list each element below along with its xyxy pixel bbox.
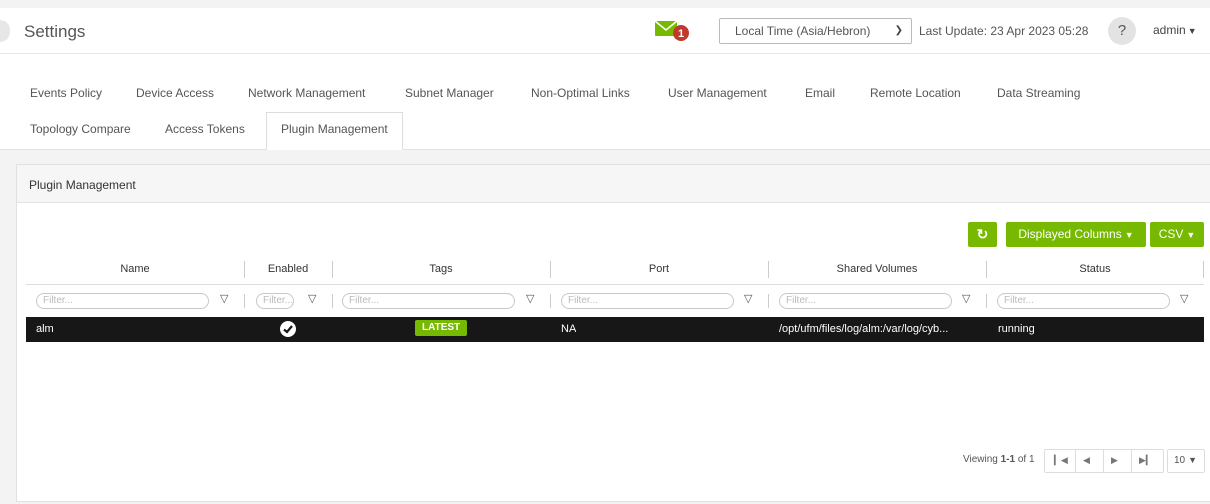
- pagination-summary: Viewing 1-1 of 1: [963, 454, 1035, 465]
- enabled-check-icon: [280, 321, 296, 337]
- tab-remote-location[interactable]: Remote Location: [870, 86, 961, 100]
- filter-divider: [332, 294, 333, 308]
- tag-badge: LATEST: [415, 320, 468, 336]
- filter-input-name[interactable]: Filter...: [36, 293, 209, 309]
- tab-user-management[interactable]: User Management: [668, 86, 767, 100]
- pager-divider: [1075, 450, 1076, 472]
- filter-row: Filter... ▽ Filter... ▽ Filter... ▽ Filt…: [26, 291, 1204, 311]
- csv-button[interactable]: CSV ▼: [1150, 222, 1204, 247]
- cell-shared-volumes: /opt/ufm/files/log/alm:/var/log/cyb...: [779, 323, 949, 335]
- caret-down-icon: ▼: [1186, 230, 1196, 240]
- filter-icon[interactable]: ▽: [220, 292, 228, 305]
- first-page-icon[interactable]: ▎◀: [1054, 455, 1068, 466]
- filter-input-tags[interactable]: Filter...: [342, 293, 515, 309]
- mail-count-badge: 1: [678, 28, 684, 40]
- cell-port: NA: [561, 323, 577, 335]
- filter-input-port[interactable]: Filter...: [561, 293, 734, 309]
- tab-data-streaming[interactable]: Data Streaming: [997, 86, 1080, 100]
- last-update-text: Last Update: 23 Apr 2023 05:28: [919, 24, 1089, 38]
- tab-events-policy[interactable]: Events Policy: [30, 86, 102, 100]
- page-size-value: 10: [1174, 455, 1186, 466]
- tab-topology-compare[interactable]: Topology Compare: [30, 122, 131, 136]
- tab-subnet-manager[interactable]: Subnet Manager: [405, 86, 494, 100]
- column-header-shared-volumes[interactable]: Shared Volumes: [768, 263, 986, 275]
- column-header-port[interactable]: Port: [550, 263, 768, 275]
- next-page-icon[interactable]: ▶: [1111, 455, 1118, 466]
- filter-divider: [550, 294, 551, 308]
- cell-status: running: [998, 323, 1035, 335]
- filter-icon[interactable]: ▽: [744, 292, 752, 305]
- csv-label: CSV: [1158, 227, 1184, 241]
- panel-title: Plugin Management: [17, 165, 1210, 203]
- cell-name: alm: [36, 323, 54, 335]
- chevron-down-icon: ❯: [894, 25, 903, 36]
- displayed-columns-label: Displayed Columns: [1018, 227, 1122, 241]
- mail-icon[interactable]: 1: [654, 18, 690, 44]
- column-header-status[interactable]: Status: [986, 263, 1204, 275]
- user-menu[interactable]: admin ▼: [1153, 23, 1197, 37]
- tab-device-access[interactable]: Device Access: [136, 86, 214, 100]
- filter-icon[interactable]: ▽: [1180, 292, 1188, 305]
- filter-icon[interactable]: ▽: [526, 292, 534, 305]
- table-header: Name Enabled Tags Port Shared Volumes St…: [26, 257, 1204, 285]
- help-icon[interactable]: ?: [1108, 17, 1136, 45]
- user-name: admin: [1153, 23, 1186, 37]
- tab-email[interactable]: Email: [805, 86, 835, 100]
- tab-plugin-management[interactable]: Plugin Management: [266, 112, 403, 150]
- filter-divider: [244, 294, 245, 308]
- back-tab[interactable]: [0, 20, 10, 42]
- table-row[interactable]: alm LATEST NA /opt/ufm/files/log/alm:/va…: [26, 317, 1204, 342]
- filter-input-enabled[interactable]: Filter...: [256, 293, 294, 309]
- timezone-select[interactable]: Local Time (Asia/Hebron) ❯: [719, 18, 912, 44]
- column-divider[interactable]: [1203, 261, 1204, 278]
- page-title: Settings: [24, 22, 86, 41]
- viewing-total: of 1: [1017, 454, 1035, 465]
- filter-divider: [986, 294, 987, 308]
- pagination-controls: ▎◀ ◀ ▶ ▶▎: [1044, 449, 1164, 473]
- caret-down-icon: ▼: [1124, 230, 1134, 240]
- timezone-value: Local Time (Asia/Hebron): [735, 24, 871, 38]
- filter-icon[interactable]: ▽: [308, 292, 316, 305]
- pager-divider: [1103, 450, 1104, 472]
- chevron-down-icon: ▼: [1187, 26, 1197, 36]
- displayed-columns-button[interactable]: Displayed Columns ▼: [1006, 222, 1146, 247]
- tab-network-management[interactable]: Network Management: [248, 86, 365, 100]
- tab-non-optimal-links[interactable]: Non-Optimal Links: [531, 86, 630, 100]
- prev-page-icon[interactable]: ◀: [1083, 455, 1090, 466]
- pager-divider: [1131, 450, 1132, 472]
- tab-access-tokens[interactable]: Access Tokens: [165, 122, 245, 136]
- filter-input-shared-volumes[interactable]: Filter...: [779, 293, 952, 309]
- settings-tabs: Events Policy Device Access Network Mana…: [0, 54, 1210, 150]
- filter-input-status[interactable]: Filter...: [997, 293, 1170, 309]
- chevron-down-icon: ▼: [1188, 455, 1198, 465]
- viewing-range: 1-1: [1000, 454, 1016, 465]
- column-header-enabled[interactable]: Enabled: [244, 263, 332, 275]
- viewing-label: Viewing: [963, 454, 998, 465]
- refresh-icon: ↻: [976, 226, 989, 242]
- column-header-name[interactable]: Name: [26, 263, 244, 275]
- header-bar: Settings 1 Local Time (Asia/Hebron) ❯ La…: [0, 8, 1210, 54]
- filter-divider: [768, 294, 769, 308]
- last-page-icon[interactable]: ▶▎: [1139, 455, 1153, 466]
- column-header-tags[interactable]: Tags: [332, 263, 550, 275]
- refresh-button[interactable]: ↻: [968, 222, 997, 247]
- filter-icon[interactable]: ▽: [962, 292, 970, 305]
- page-size-select[interactable]: 10 ▼: [1167, 449, 1205, 473]
